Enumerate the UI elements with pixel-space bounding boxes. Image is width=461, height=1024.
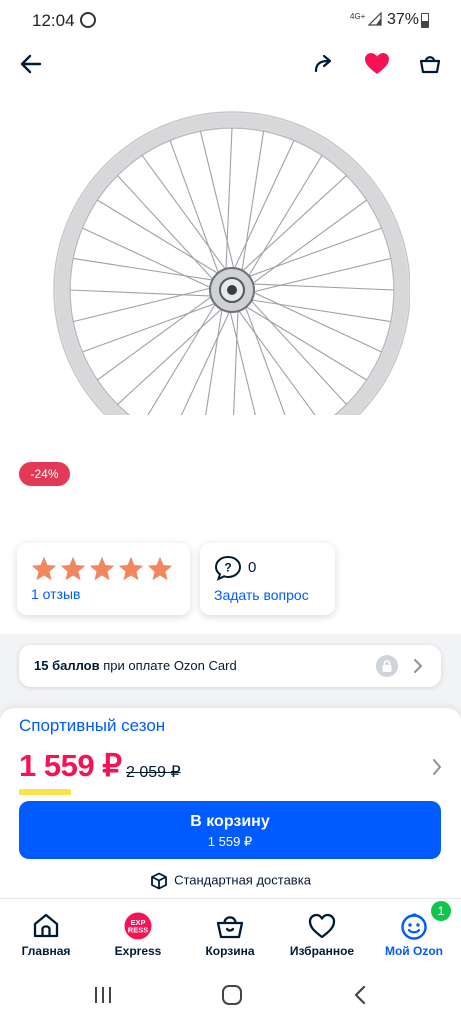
current-price: 1 559 ₽ [19, 748, 122, 783]
nav-home-label: Главная [21, 944, 71, 958]
wheel-spoke [247, 298, 391, 323]
express-logo-bottom: RESS [128, 926, 148, 935]
star-icon [147, 556, 173, 581]
question-bubble-icon: ? [214, 555, 242, 581]
star-icon [118, 556, 144, 581]
system-navigation [0, 976, 461, 1024]
bonus-points: 15 баллов [34, 658, 100, 673]
nav-express[interactable]: EXP RESS Express [92, 899, 184, 977]
bonus-description: при оплате Ozon Card [99, 658, 237, 673]
ozon-card-bonus[interactable]: 15 баллов при оплате Ozon Card [19, 645, 441, 687]
svg-text:?: ? [224, 561, 231, 575]
notification-badge: 1 [431, 901, 451, 921]
network-type: 4G+ [350, 12, 366, 21]
recent-apps-icon[interactable] [92, 985, 114, 1005]
whatsapp-icon [80, 12, 96, 28]
wheel-spoke [117, 305, 225, 405]
cart-icon [216, 916, 244, 939]
wheel-spoke [180, 307, 232, 415]
home-button-icon[interactable] [221, 984, 243, 1006]
add-to-cart-button[interactable]: В корзину 1 559 ₽ [19, 801, 441, 859]
battery-percent: 37% [387, 11, 420, 28]
heart-icon [308, 913, 336, 939]
star-icon [31, 556, 57, 581]
questions-card[interactable]: ? 0 Задать вопрос [200, 543, 335, 615]
delivery-info[interactable]: Стандартная доставка [0, 872, 461, 890]
nav-express-label: Express [114, 944, 162, 958]
reviews-section: 1 отзыв ? 0 Задать вопрос [0, 530, 461, 634]
top-bar [0, 40, 461, 88]
ask-question-link[interactable]: Задать вопрос [214, 587, 309, 603]
heart-icon[interactable] [361, 48, 393, 80]
add-to-cart-price: 1 559 ₽ [207, 834, 253, 849]
wheel-spoke [247, 297, 347, 405]
wheel-spoke [199, 130, 236, 273]
wheel-spoke [205, 305, 224, 415]
nav-favorites[interactable]: Избранное [276, 899, 368, 977]
add-to-cart-label: В корзину [190, 813, 270, 830]
wheel-spoke [249, 199, 368, 287]
wheel-spoke [225, 127, 233, 274]
bonus-text: 15 баллов при оплате Ozon Card [34, 658, 237, 673]
home-icon [33, 913, 59, 938]
profile-smile-icon [401, 913, 427, 940]
promo-label[interactable]: Спортивный сезон [19, 716, 165, 736]
rating-card[interactable]: 1 отзыв [17, 543, 190, 615]
wheel-spoke [69, 289, 216, 297]
status-time: 12:04 [32, 11, 75, 30]
nav-cart-label: Корзина [205, 944, 255, 958]
reviews-link[interactable]: 1 отзыв [31, 586, 81, 602]
wheel-spoke [147, 300, 218, 415]
wheel-spoke [117, 175, 217, 283]
questions-count: 0 [248, 559, 257, 576]
wheel-spoke [239, 175, 347, 275]
star-icon [89, 556, 115, 581]
star-icon [60, 556, 86, 581]
chevron-right-icon[interactable] [430, 757, 444, 777]
express-icon: EXP RESS [124, 912, 152, 940]
price-tag-strip [19, 789, 71, 795]
signal-icon [368, 12, 382, 26]
delivery-label: Стандартная доставка [174, 872, 311, 888]
chevron-right-icon [414, 659, 422, 673]
discount-badge: -24% [19, 462, 70, 486]
wheel-spoke [169, 140, 221, 277]
nav-my-ozon-label: Мой Ozon [384, 944, 444, 958]
bicycle-wheel-image[interactable] [50, 105, 410, 415]
lock-icon [376, 655, 398, 677]
shopping-bag-icon[interactable] [414, 48, 446, 80]
status-bar: 12:04 4G+ 37% [0, 0, 461, 40]
old-price: 2 059 ₽ [126, 764, 181, 781]
wheel-spoke [249, 257, 392, 294]
nav-cart[interactable]: Корзина [184, 899, 276, 977]
wheel-spoke [96, 293, 215, 381]
wheel-spoke [72, 286, 215, 323]
nav-home[interactable]: Главная [0, 899, 92, 977]
wheel-spoke [73, 257, 217, 282]
arrow-left-icon[interactable] [15, 48, 47, 80]
bottom-navigation: Главная EXP RESS Express Корзина Избранн… [0, 898, 461, 976]
wheel-spoke [245, 227, 382, 279]
share-icon[interactable] [308, 48, 340, 80]
wheel-spoke [240, 131, 265, 275]
box-icon [151, 872, 167, 890]
battery-icon [421, 13, 429, 28]
wheel-spoke [82, 301, 219, 353]
nav-favorites-label: Избранное [289, 944, 355, 958]
wheel-spoke [248, 283, 395, 291]
wheel-spoke [141, 154, 229, 273]
rating-stars [30, 555, 174, 583]
back-button-icon[interactable] [352, 984, 368, 1006]
